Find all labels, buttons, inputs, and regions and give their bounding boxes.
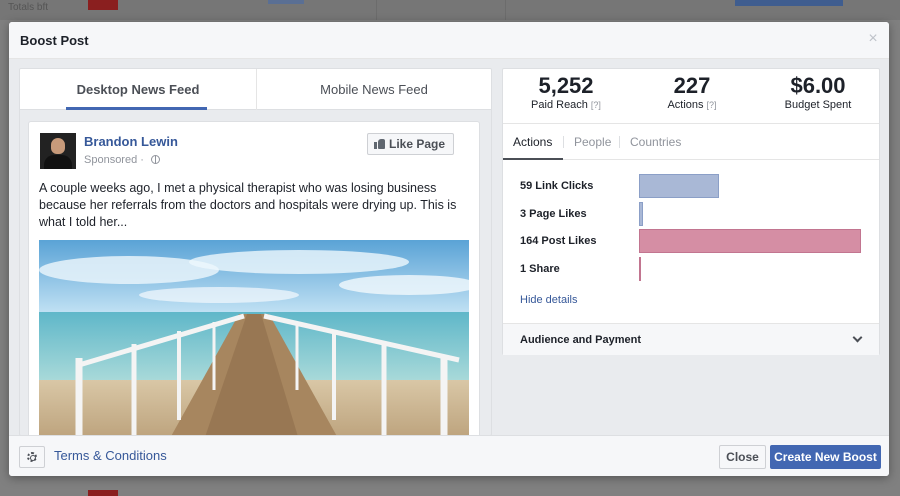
dialog-header: Boost Post ×: [9, 22, 889, 59]
tab-label: Mobile News Feed: [320, 82, 428, 97]
avatar[interactable]: [40, 133, 76, 169]
boost-post-dialog: Boost Post × Desktop News Feed Mobile Ne…: [9, 22, 889, 476]
post-text: A couple weeks ago, I met a physical the…: [39, 181, 457, 229]
post-preview-panel: Desktop News Feed Mobile News Feed Brand…: [19, 68, 492, 436]
metric-label: Actions [?]: [629, 99, 755, 111]
post-image-pier[interactable]: [39, 240, 469, 435]
close-icon[interactable]: ×: [865, 31, 881, 47]
tab-label: Actions: [513, 135, 553, 149]
help-link[interactable]: [?]: [707, 100, 717, 110]
create-new-boost-button[interactable]: Create New Boost: [770, 445, 881, 469]
dialog-footer: Terms & Conditions Close Create New Boos…: [9, 435, 889, 476]
results-panel: 5,252 Paid Reach [?] 227 Actions [?] $6.00…: [502, 68, 880, 355]
terms-and-conditions-link[interactable]: Terms & Conditions: [54, 448, 167, 463]
gear-icon: [27, 452, 37, 462]
chevron-down-icon: [852, 332, 863, 343]
post-card: Brandon Lewin Sponsored · Like Page A co…: [28, 121, 480, 435]
metric-paid-reach: 5,252 Paid Reach [?]: [503, 73, 629, 111]
pier-photo: [39, 240, 469, 435]
bar-post-likes: [639, 229, 861, 253]
metric-label: Paid Reach [?]: [503, 99, 629, 111]
metric-label-text: Paid Reach: [531, 99, 588, 111]
background-red-block: [88, 0, 118, 10]
action-label-shares: 1 Share: [520, 263, 560, 275]
background-divider: [505, 0, 506, 20]
metric-label-text: Actions: [667, 99, 704, 111]
tab-separator: [619, 136, 620, 148]
like-page-label: Like Page: [389, 137, 446, 151]
bar-link-clicks: [639, 174, 719, 198]
dialog-title: Boost Post: [20, 33, 89, 48]
metric-value: $6.00: [790, 73, 846, 98]
preview-tabs: Desktop News Feed Mobile News Feed: [20, 69, 491, 110]
tab-label: Desktop News Feed: [76, 82, 200, 97]
tab-people[interactable]: People: [574, 135, 611, 149]
background-text: Totals bft: [8, 2, 49, 13]
audience-and-payment-section[interactable]: Audience and Payment: [503, 323, 879, 355]
tab-mobile-news-feed[interactable]: Mobile News Feed: [256, 69, 491, 110]
metric-budget-spent: $6.00 Budget Spent: [755, 73, 881, 111]
metric-label-text: Budget Spent: [784, 99, 852, 111]
metric-value: 227: [673, 73, 711, 98]
help-link[interactable]: [?]: [591, 100, 601, 110]
thumbs-up-icon: [374, 138, 386, 149]
tab-separator: [563, 136, 564, 148]
sponsored-text: Sponsored ·: [84, 154, 147, 166]
active-tab-indicator: [66, 107, 207, 110]
results-tabs: Actions People Countries: [503, 123, 879, 160]
tab-countries[interactable]: Countries: [630, 135, 681, 149]
settings-button[interactable]: [19, 446, 45, 468]
background-dash: [268, 0, 304, 4]
tab-desktop-news-feed[interactable]: Desktop News Feed: [20, 69, 256, 110]
background-divider: [376, 0, 377, 20]
sponsored-label: Sponsored ·: [84, 154, 160, 166]
metric-actions: 227 Actions [?]: [629, 73, 755, 111]
action-label-page-likes: 3 Page Likes: [520, 208, 587, 220]
active-tab-indicator: [503, 158, 563, 160]
globe-icon: [150, 155, 160, 164]
audience-label: Audience and Payment: [520, 334, 642, 346]
hide-details-link[interactable]: Hide details: [520, 294, 577, 306]
metric-label: Budget Spent: [755, 99, 881, 111]
background-blue-bar: [735, 0, 843, 6]
like-page-button[interactable]: Like Page: [367, 133, 455, 155]
bar-page-likes: [639, 202, 643, 226]
tab-actions[interactable]: Actions: [503, 135, 563, 160]
post-author-link[interactable]: Brandon Lewin: [84, 134, 178, 149]
avatar-body: [44, 155, 72, 169]
action-label-link-clicks: 59 Link Clicks: [520, 180, 594, 192]
action-label-post-likes: 164 Post Likes: [520, 235, 597, 247]
bar-shares: [639, 257, 641, 281]
avatar-face: [51, 138, 65, 154]
close-button[interactable]: Close: [719, 445, 766, 469]
background-red-block-bottom: [88, 490, 118, 496]
metric-value: 5,252: [538, 73, 594, 98]
